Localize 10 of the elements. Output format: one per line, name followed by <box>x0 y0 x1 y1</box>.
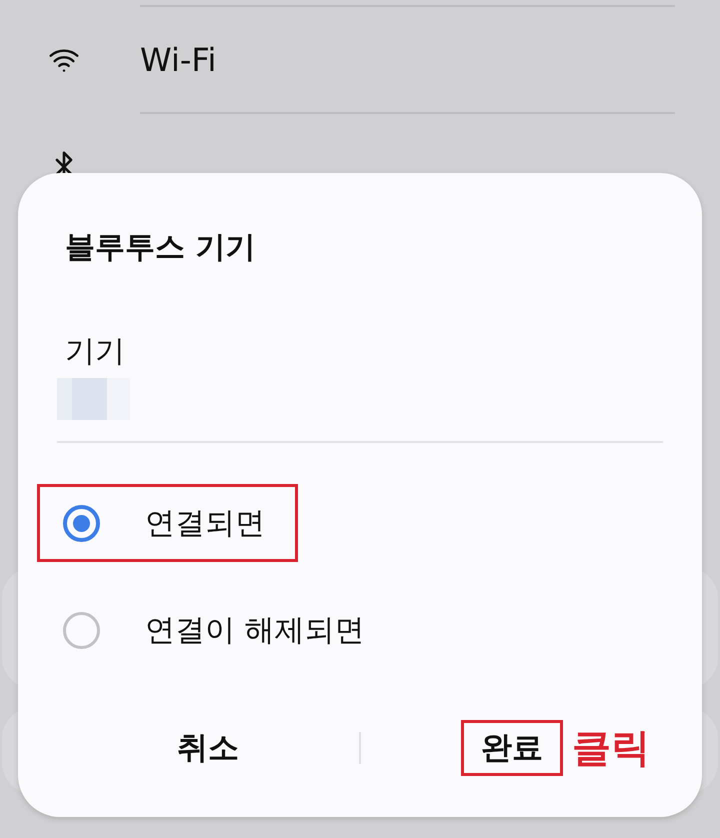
dialog-title: 블루투스 기기 <box>64 229 256 267</box>
callout-label: 클릭 <box>572 725 650 773</box>
option-label[interactable]: 연결이 해제되면 <box>145 610 365 650</box>
dialog-button[interactable]: 취소 <box>157 720 259 776</box>
setting-label[interactable]: Wi-Fi <box>140 40 216 80</box>
radio-button[interactable] <box>63 612 100 649</box>
option-label[interactable]: 연결되면 <box>145 504 265 544</box>
dialog-button[interactable]: 완료 <box>464 723 560 773</box>
radio-button[interactable] <box>63 505 100 542</box>
field-label: 기기 <box>64 333 126 371</box>
